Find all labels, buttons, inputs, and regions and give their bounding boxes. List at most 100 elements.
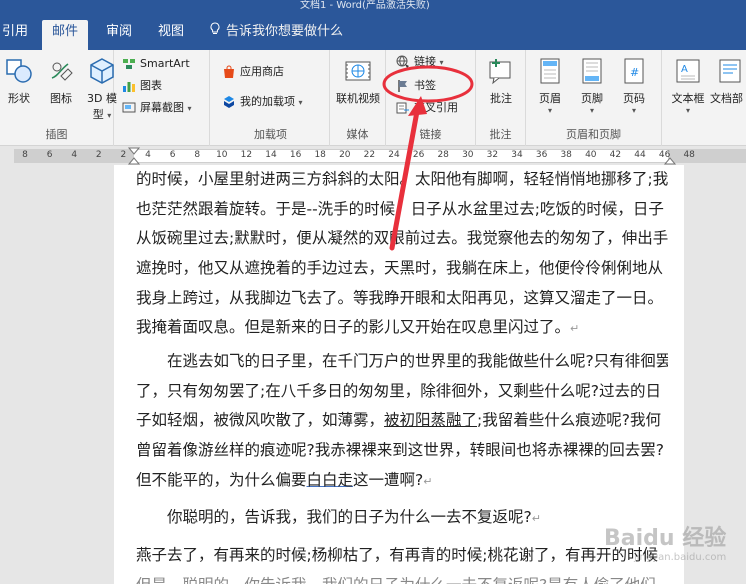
tab-view[interactable]: 视图: [148, 20, 194, 50]
cross-reference-icon: [396, 101, 410, 115]
tell-me-box[interactable]: 告诉我你想要做什么: [210, 20, 343, 44]
text-line: 燕子去了，有再来的时候;杨柳枯了，有再青的时候;桃花谢了，有再开的时候: [136, 546, 658, 564]
footer-button[interactable]: 页脚 ▾: [572, 56, 612, 115]
text-line: 的时候，小屋里射进两三方斜斜的太阳。太阳他有脚啊，轻轻悄悄地挪移了;我: [136, 170, 668, 188]
shapes-button[interactable]: 形状: [2, 56, 36, 106]
group-text: A 文本框 ▾ 文档部: [662, 50, 746, 146]
cross-reference-button[interactable]: 交叉引用: [396, 98, 458, 118]
my-addins-button[interactable]: 我的加载项 ▾: [222, 92, 303, 112]
smartart-icon: [122, 57, 136, 71]
group-label-links: 链接: [419, 128, 442, 141]
underlined-text: 被初阳蒸融了: [384, 411, 478, 430]
chevron-down-icon: ▾: [107, 111, 112, 120]
chevron-down-icon: ▾: [298, 98, 303, 107]
text-line: 你聪明的，告诉我，我们的日子为什么一去不复返呢?↵: [167, 508, 541, 526]
horizontal-ruler[interactable]: 8 6 4 2 2 4 6 8 10 12 14 16 18 20 22 24 26 28 30 32 34 36 38 40…: [0, 147, 746, 165]
ruler-number: 24: [388, 150, 400, 160]
svg-text:#: #: [630, 66, 639, 79]
page-number-icon: #: [619, 56, 649, 86]
icons-button[interactable]: 图标: [44, 56, 78, 106]
group-links: 链接 ▾ 书签 交叉引用 链接: [386, 50, 476, 146]
group-media: 联机视频 媒体: [330, 50, 386, 146]
paragraph-2: 在逃去如飞的日子里，在千门万户的世界里的我能做些什么呢?只有徘徊罢 了，只有匆匆…: [136, 347, 668, 495]
ruler-number: 2: [120, 150, 127, 160]
text-line: 从饭碗里过去;默默时，便从凝然的双眼前过去。我觉察他去的匆匆了，伸出手: [136, 229, 668, 248]
tell-me-text: 告诉我你想要做什么: [226, 24, 344, 39]
group-label-media: 媒体: [346, 128, 369, 141]
ruler-number: 6: [169, 150, 176, 160]
store-icon: [222, 65, 236, 79]
chevron-down-icon: ▾: [589, 106, 594, 115]
ruler-number: 20: [339, 150, 351, 160]
ribbon-tabs: 引用 邮件 审阅 视图 告诉我你想要做什么: [0, 14, 746, 50]
ruler-number: 32: [486, 150, 499, 160]
online-video-button[interactable]: 联机视频: [332, 56, 384, 106]
ruler-number: 14: [265, 150, 277, 160]
group-label-addins: 加载项: [254, 128, 287, 141]
group-label-header-footer: 页眉和页脚: [566, 128, 621, 141]
smartart-button[interactable]: SmartArt: [122, 54, 190, 74]
svg-text:A: A: [681, 64, 688, 75]
screenshot-icon: [122, 101, 136, 115]
footer-icon: [577, 56, 607, 86]
header-icon: [535, 56, 565, 86]
lightbulb-icon: [210, 20, 220, 44]
quick-parts-button[interactable]: 文档部: [710, 56, 746, 106]
text-line: 在逃去如飞的日子里，在千门万户的世界里的我能做些什么呢?只有徘徊罢: [167, 352, 668, 370]
bookmark-button[interactable]: 书签: [396, 76, 436, 96]
icons-icon: [46, 56, 76, 86]
textbox-button[interactable]: A 文本框 ▾: [666, 56, 710, 115]
document-page[interactable]: 的时候，小屋里射进两三方斜斜的太阳。太阳他有脚啊，轻轻悄悄地挪移了;我 也茫茫然…: [114, 165, 684, 584]
ruler-number: 26: [412, 150, 425, 160]
paragraph-4: 燕子去了，有再来的时候;杨柳枯了，有再青的时候;桃花谢了，有再开的时候 但是，聪…: [136, 541, 668, 584]
store-button[interactable]: 应用商店: [222, 62, 284, 82]
group-illustrations-small: SmartArt 图表 屏幕截图 ▾: [114, 50, 210, 146]
ruler-number: 42: [609, 150, 622, 160]
ruler-number: 30: [462, 150, 474, 160]
tab-review[interactable]: 审阅: [96, 20, 142, 50]
text-line: 我身上跨过，从我脚边飞去了。等我睁开眼和太阳再见，这算又溜走了一日。: [136, 288, 664, 307]
link-button[interactable]: 链接 ▾: [396, 52, 444, 72]
paragraph-3: 你聪明的，告诉我，我们的日子为什么一去不复返呢?↵: [136, 503, 668, 533]
text-line: 我掩着面叹息。但是新来的日子的影儿又开始在叹息里闪过了。↵: [136, 318, 580, 337]
group-addins: 应用商店 我的加载项 ▾ 加载项: [212, 50, 330, 146]
ruler-number: 44: [634, 150, 646, 160]
text-line: 但是，聪明的，你告诉我，我们的日子为什么一去不复返呢?是有人偷了他们: [136, 571, 668, 584]
ruler-number: 34: [511, 150, 523, 160]
tab-mailings[interactable]: 邮件: [42, 20, 89, 50]
ruler-number: 2: [95, 150, 102, 160]
globe-link-icon: [396, 55, 410, 69]
ruler-number: 46: [658, 150, 671, 160]
ruler-number: 38: [560, 150, 572, 160]
chevron-down-icon: ▾: [631, 106, 636, 115]
flag-icon: [396, 79, 410, 93]
textbox-icon: A: [673, 56, 703, 86]
ruler-number: 8: [194, 150, 201, 160]
chevron-down-icon: ▾: [187, 104, 192, 113]
ruler-number: 6: [46, 150, 53, 160]
bar-chart-icon: [122, 79, 136, 93]
screenshot-button[interactable]: 屏幕截图 ▾: [122, 98, 192, 118]
chevron-down-icon: ▾: [439, 58, 444, 67]
chevron-down-icon: ▾: [547, 106, 552, 115]
ruler-number: 4: [145, 150, 151, 160]
ruler-number: 28: [437, 150, 449, 160]
ruler-number: 18: [314, 150, 326, 160]
new-comment-button[interactable]: 批注: [478, 56, 524, 106]
chevron-down-icon: ▾: [685, 106, 690, 115]
tab-references[interactable]: 引用: [0, 20, 38, 50]
page-number-button[interactable]: # 页码 ▾: [614, 56, 654, 115]
header-button[interactable]: 页眉 ▾: [530, 56, 570, 115]
cube-icon: [87, 56, 117, 86]
ruler-number: 16: [289, 150, 302, 160]
quick-parts-icon: [714, 56, 744, 86]
ruler-number: 40: [585, 150, 597, 160]
addins-icon: [222, 95, 236, 109]
chart-button[interactable]: 图表: [122, 76, 162, 96]
ruler-numbers: 8 6 4 2 2 4 6 8 10 12 14 16 18 20 22 24 26 28 30 32 34 36 38 40…: [0, 147, 746, 165]
baidu-watermark: Baidu 经验 jingyan.baidu.com: [604, 526, 727, 563]
group-comments: 批注 批注: [476, 50, 526, 146]
window-title: 文档1 - Word(产品激活失败): [300, 0, 430, 11]
ribbon: 形状 图标 3D 模 型 ▾ 插图 SmartArt 图表 屏幕截图 ▾ 应用商…: [0, 50, 746, 146]
text-line: 了，只有匆匆罢了;在八千多日的匆匆里，除徘徊外，又剩些什么呢?过去的日: [136, 381, 661, 400]
